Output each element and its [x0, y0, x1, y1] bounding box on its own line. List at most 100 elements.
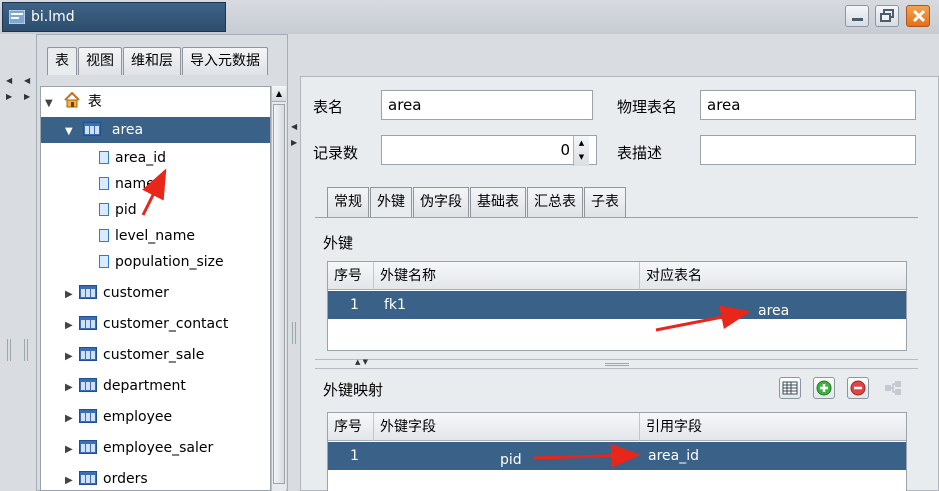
row-index: 1 [350, 297, 359, 313]
expand-toggle-icon[interactable]: ▶ [65, 437, 79, 463]
table-icon [79, 378, 97, 392]
tree-item[interactable]: ▶ orders [65, 466, 148, 490]
remove-button[interactable] [847, 377, 869, 399]
column-header[interactable]: 对应表名 [640, 262, 906, 290]
expand-right-icon[interactable]: ▶ [291, 138, 297, 147]
description-label: 表描述 [617, 144, 663, 162]
tab-pseudo-fields[interactable]: 伪字段 [413, 187, 469, 217]
section-splitter[interactable]: ▲ ▼ [315, 358, 918, 369]
add-button[interactable] [813, 377, 835, 399]
detail-tabs: 常规 外键 伪字段 基础表 汇总表 子表 [327, 187, 627, 217]
expand-toggle-icon[interactable]: ▶ [65, 344, 79, 370]
tree-item[interactable]: ▶ department [65, 373, 186, 399]
field-icon [99, 177, 109, 190]
expand-toggle-icon[interactable]: ▼ [45, 91, 59, 117]
tab-summary-tables[interactable]: 汇总表 [527, 187, 583, 217]
field-icon [99, 151, 109, 164]
tree-field-row[interactable]: name [99, 171, 155, 197]
column-header[interactable]: 外键字段 [374, 413, 640, 441]
collapse-left-icon[interactable]: ◀ [291, 122, 297, 131]
expand-toggle-icon[interactable]: ▶ [65, 468, 79, 490]
tab-general[interactable]: 常规 [327, 187, 369, 217]
fk-mapping-title: 外键映射 [323, 381, 384, 399]
row-index: 1 [350, 448, 359, 464]
restore-button[interactable] [875, 5, 899, 27]
close-icon [912, 9, 926, 23]
collapse-left-icon-2[interactable]: ◀ [24, 76, 30, 85]
physical-name-input[interactable]: area [700, 90, 916, 120]
left-collapse-strip[interactable]: ◀ ◀ ▶ ▶ [0, 34, 36, 491]
tab-dimensions[interactable]: 维和层 [123, 47, 181, 75]
close-button[interactable] [906, 5, 930, 27]
record-count-spinner[interactable]: ▲ ▼ [573, 136, 589, 166]
panel-splitter[interactable]: ◀ ▶ [288, 86, 300, 491]
tab-import-metadata[interactable]: 导入元数据 [182, 47, 268, 75]
scroll-thumb[interactable] [273, 104, 285, 484]
minimize-button[interactable] [845, 5, 869, 27]
table-icon [79, 440, 97, 454]
tree-item-label: employee [103, 409, 173, 425]
expand-right-icon-2[interactable]: ▶ [24, 92, 30, 101]
record-count-input[interactable]: 0 [381, 135, 597, 165]
splitter-grip[interactable] [292, 322, 296, 344]
add-icon [816, 380, 832, 396]
tab-child-tables[interactable]: 子表 [584, 187, 626, 217]
table-row[interactable]: 1 fk1 area [328, 291, 906, 319]
table-tree[interactable]: ▼ 表 ▼ area area_id name pid level_name p… [40, 86, 271, 491]
tree-item[interactable]: ▶ customer_sale [65, 342, 204, 368]
table-row[interactable]: 1 pid area_id [328, 442, 906, 470]
tree-field-row[interactable]: population_size [99, 249, 224, 275]
column-header[interactable]: 序号 [328, 413, 374, 441]
tree-item-area[interactable]: ▼ area [41, 117, 270, 143]
tree-item-label: employee_saler [103, 440, 214, 456]
expand-toggle-icon[interactable]: ▶ [65, 406, 79, 432]
tree-item[interactable]: ▶ customer [65, 280, 169, 306]
expand-right-icon[interactable]: ▶ [6, 92, 12, 101]
column-header[interactable]: 序号 [328, 262, 374, 290]
column-header[interactable]: 外键名称 [374, 262, 640, 290]
expand-toggle-icon[interactable]: ▼ [65, 119, 79, 145]
collapse-left-icon[interactable]: ◀ [6, 76, 12, 85]
spin-up-icon[interactable]: ▲ [574, 136, 589, 150]
tree-item[interactable]: ▶ customer_contact [65, 311, 228, 337]
spin-down-icon[interactable]: ▼ [574, 150, 589, 164]
splitter-arrows-icon[interactable]: ▲ ▼ [355, 358, 368, 366]
table-detail-panel: 表名 area 物理表名 area 记录数 0 ▲ ▼ 表描述 常规 外键 伪字… [300, 76, 939, 491]
description-input[interactable] [700, 135, 916, 165]
tree-root[interactable]: ▼ 表 [45, 89, 102, 115]
table-icon [79, 316, 97, 330]
splitter-grip[interactable] [7, 339, 11, 361]
expand-toggle-icon[interactable]: ▶ [65, 282, 79, 308]
table-icon [79, 409, 97, 423]
document-tab[interactable]: bi.lmd [2, 2, 226, 32]
relation-button[interactable] [881, 377, 903, 399]
tree-scrollbar[interactable]: ▲ [271, 86, 286, 491]
tab-base-tables[interactable]: 基础表 [470, 187, 526, 217]
tree-item-label: area [111, 122, 144, 138]
title-bar: bi.lmd [0, 0, 939, 34]
tree-field-row[interactable]: pid [99, 197, 137, 223]
tab-tables[interactable]: 表 [47, 47, 77, 75]
table-name-label: 表名 [313, 98, 344, 116]
tab-foreign-keys[interactable]: 外键 [370, 187, 412, 217]
splitter-grip-2[interactable] [24, 339, 28, 361]
expand-toggle-icon[interactable]: ▶ [65, 375, 79, 401]
table-header: 序号 外键名称 对应表名 [328, 262, 906, 290]
table-name-input[interactable]: area [381, 90, 593, 120]
tree-field-label: area_id [115, 150, 166, 166]
foreign-keys-table[interactable]: 序号 外键名称 对应表名 1 fk1 area [327, 261, 907, 351]
foreign-keys-title: 外键 [323, 234, 354, 252]
tree-field-row[interactable]: level_name [99, 223, 195, 249]
tree-item[interactable]: ▶ employee_saler [65, 435, 213, 461]
tree-field-row[interactable]: area_id [99, 145, 166, 171]
tree-item-label: customer [103, 285, 169, 301]
fk-mapping-table[interactable]: 序号 外键字段 引用字段 1 pid area_id [327, 412, 907, 491]
expand-toggle-icon[interactable]: ▶ [65, 313, 79, 339]
tree-item[interactable]: ▶ employee [65, 404, 172, 430]
scroll-up-icon[interactable]: ▲ [272, 86, 286, 102]
grid-button[interactable] [779, 377, 801, 399]
splitter-grip[interactable] [605, 363, 629, 366]
home-icon [64, 91, 81, 108]
column-header[interactable]: 引用字段 [640, 413, 906, 441]
tab-views[interactable]: 视图 [78, 47, 122, 75]
